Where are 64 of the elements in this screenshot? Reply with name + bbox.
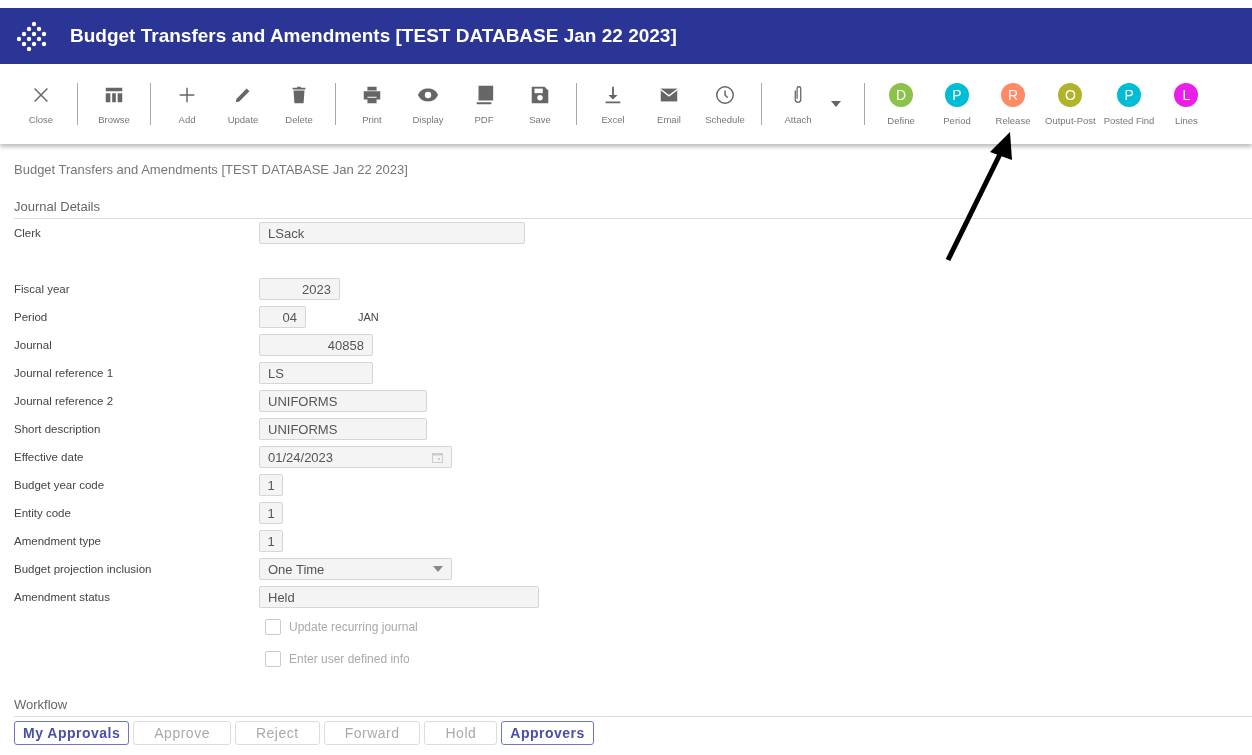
update-button[interactable]: Update xyxy=(215,83,271,125)
letter-icon: O xyxy=(1058,82,1083,107)
input-field[interactable]: 40858 xyxy=(259,334,373,356)
caret-icon[interactable] xyxy=(830,100,842,108)
workflow-button[interactable]: Approvers xyxy=(501,721,594,745)
letter-button[interactable]: D Define xyxy=(873,82,929,126)
letter-button[interactable]: R Release xyxy=(985,82,1041,126)
close-button[interactable]: Close xyxy=(13,83,69,125)
schedule-button[interactable]: Schedule xyxy=(697,83,753,125)
letter-icon: L xyxy=(1174,82,1199,107)
letter-icon: D xyxy=(889,82,913,107)
window-title: Budget Transfers and Amendments [TEST DATABASE Jan 22 2023] xyxy=(70,25,677,47)
field-label: Journal xyxy=(14,339,53,351)
letter-icon: P xyxy=(1117,82,1142,107)
field-label: Budget year code xyxy=(14,479,106,491)
section-heading: Workflow xyxy=(14,697,1252,717)
input-field[interactable]: Held xyxy=(259,586,539,608)
input-field[interactable]: 04 xyxy=(259,306,306,328)
attach-button[interactable]: Attach xyxy=(770,83,826,125)
field-label: Entity code xyxy=(14,507,72,519)
field-label: Clerk xyxy=(14,227,42,239)
caret-icon xyxy=(433,566,443,572)
display-button[interactable]: Display xyxy=(400,83,456,125)
field-label: Effective date xyxy=(14,451,85,463)
letter-icon: R xyxy=(1001,82,1025,107)
print-button[interactable]: Print xyxy=(344,83,400,125)
field-label: Fiscal year xyxy=(14,283,71,295)
letter-button[interactable]: P Posted Find xyxy=(1099,82,1159,126)
letter-button[interactable]: L Lines xyxy=(1158,82,1215,126)
email-button[interactable]: Email xyxy=(641,83,697,125)
checkbox-label: Update recurring journal xyxy=(289,620,418,634)
input-field[interactable]: UNIFORMS xyxy=(259,390,427,412)
pdf-button[interactable]: PDF xyxy=(456,83,512,125)
field-label: Journal reference 1 xyxy=(14,367,115,379)
input-field[interactable]: LSack xyxy=(259,222,525,244)
page-title: Budget Transfers and Amendments [TEST DATABASE Jan 22 2023] xyxy=(14,162,409,177)
clock-icon xyxy=(714,83,736,106)
letter-icon: P xyxy=(945,82,969,107)
calendar-icon xyxy=(432,451,443,463)
input-field[interactable]: UNIFORMS xyxy=(259,418,427,440)
checkbox-label: Enter user defined info xyxy=(289,652,410,666)
section-heading: Journal Details xyxy=(14,199,1252,219)
input-field[interactable]: 1 xyxy=(259,474,283,496)
input-field[interactable]: 1 xyxy=(259,502,283,524)
field-label: Amendment type xyxy=(14,535,102,547)
date-field[interactable]: 01/24/2023 xyxy=(259,446,452,468)
letter-button[interactable]: O Output-Post xyxy=(1041,82,1100,126)
input-field[interactable]: LS xyxy=(259,362,373,384)
excel-button[interactable]: Excel xyxy=(585,83,641,125)
field-label: Budget projection inclusion xyxy=(14,563,153,575)
save-button[interactable]: Save xyxy=(512,83,568,125)
delete-button[interactable]: Delete xyxy=(271,83,327,125)
add-button[interactable]: Add xyxy=(159,83,215,125)
field-label: Journal reference 2 xyxy=(14,395,115,407)
field-label: Amendment status xyxy=(14,591,111,603)
field-label: Short description xyxy=(14,423,102,435)
input-field[interactable]: 1 xyxy=(259,530,283,552)
field-label: Period xyxy=(14,311,49,323)
input-field[interactable]: 2023 xyxy=(259,278,340,300)
dropdown-field[interactable]: One Time xyxy=(259,558,452,580)
period-name: JAN xyxy=(358,311,379,323)
browse-button[interactable]: Browse xyxy=(86,83,142,125)
workflow-button[interactable]: My Approvals xyxy=(14,721,130,745)
letter-button[interactable]: P Period xyxy=(929,82,985,126)
